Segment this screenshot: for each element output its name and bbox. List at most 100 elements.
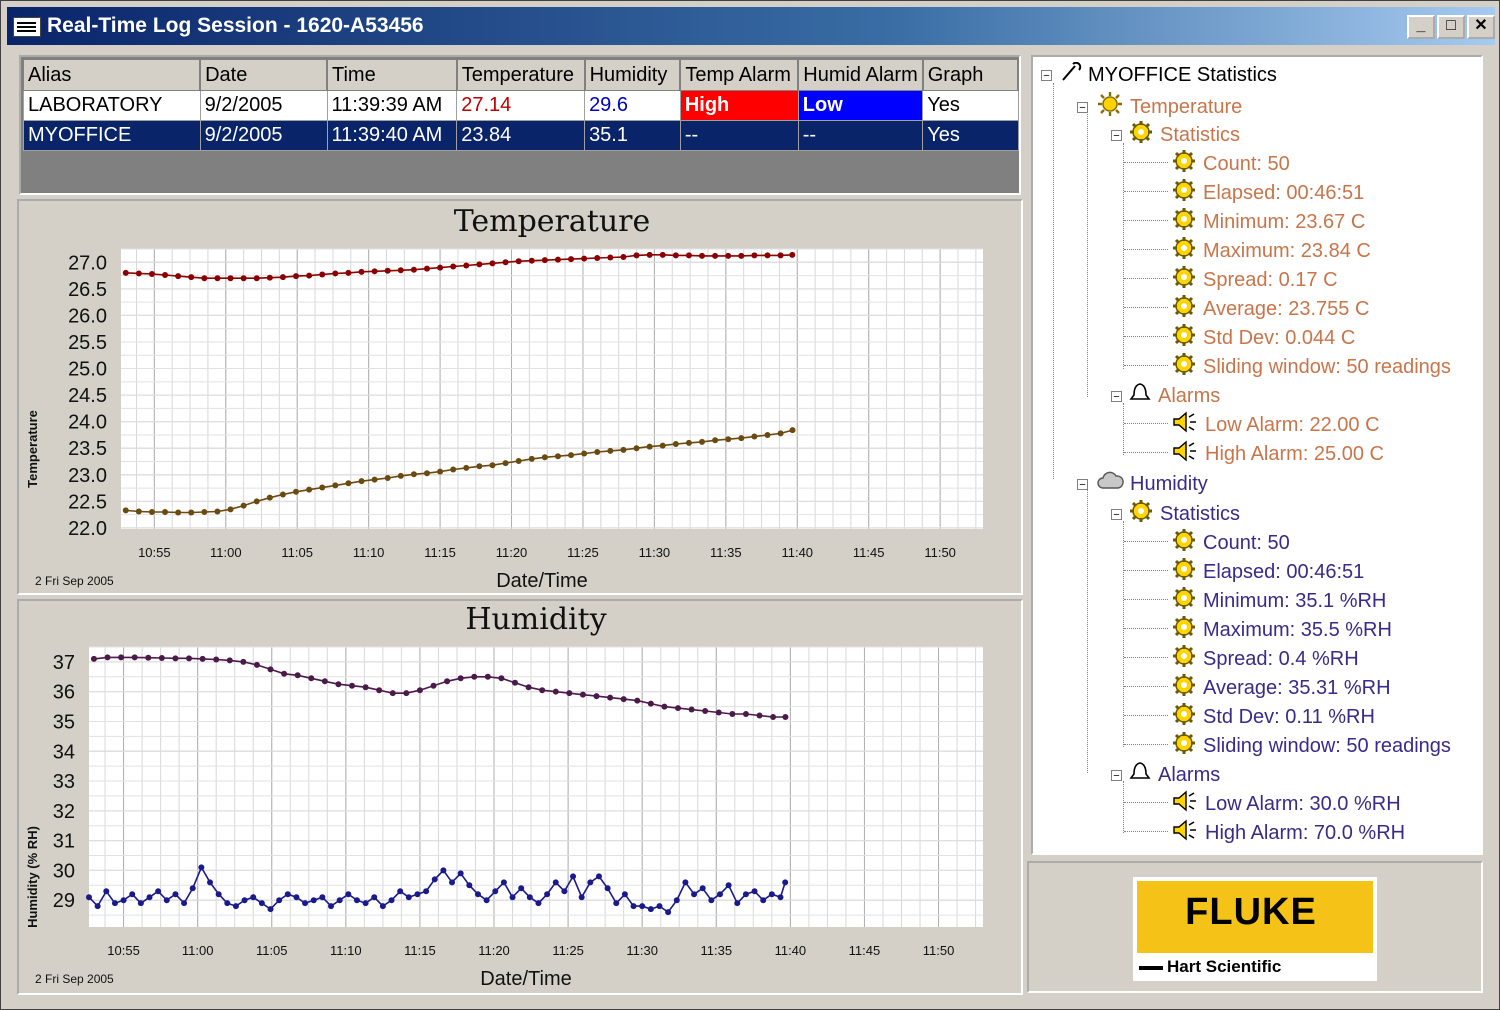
data-point: [756, 712, 763, 719]
gear-icon: [1171, 236, 1197, 267]
column-header-humid-alarm[interactable]: Humid Alarm: [797, 59, 924, 91]
tree-node-alarms[interactable]: − Alarms: [1111, 760, 1220, 786]
tree-leaf-alarm[interactable]: Low Alarm: 22.00 C: [1171, 410, 1380, 436]
tree-leaf-stat[interactable]: Std Dev: 0.11 %RH: [1171, 702, 1375, 728]
column-header-graph[interactable]: Graph: [922, 59, 1020, 91]
date-label: 2 Fri Sep 2005: [35, 574, 114, 588]
cell-date[interactable]: 9/2/2005: [199, 120, 328, 151]
table-row-selected[interactable]: MYOFFICE 9/2/2005 11:39:40 AM 23.84 35.1…: [23, 120, 1019, 151]
collapse-icon[interactable]: −: [1111, 391, 1122, 403]
x-tick-label: 11:00: [182, 943, 214, 958]
tree-leaf-stat[interactable]: Elapsed: 00:46:51: [1171, 557, 1364, 583]
collapse-icon[interactable]: −: [1111, 770, 1122, 782]
x-tick-label: 11:00: [210, 545, 242, 560]
data-point: [214, 275, 221, 282]
data-point: [189, 885, 196, 892]
maximize-button[interactable]: □: [1437, 15, 1465, 39]
cell-alias[interactable]: MYOFFICE: [23, 120, 201, 151]
tree-root[interactable]: − MYOFFICE Statistics: [1041, 61, 1277, 88]
table-row[interactable]: LABORATORY 9/2/2005 11:39:39 AM 27.14 29…: [23, 90, 1019, 121]
data-point: [789, 427, 796, 434]
cell-humid-alarm[interactable]: --: [797, 120, 924, 151]
tree-leaf-alarm[interactable]: High Alarm: 70.0 %RH: [1171, 818, 1405, 844]
cell-humidity[interactable]: 29.6: [584, 90, 681, 121]
temperature-chart: Temperature 27.0 26.5 26.0 25.5 25.0 24.5 24.0 2…: [19, 201, 1021, 593]
gears-icon: [1128, 120, 1154, 151]
data-point: [672, 440, 679, 447]
data-point: [665, 909, 672, 916]
tree-node-humidity[interactable]: − Humidity: [1077, 470, 1208, 496]
data-point: [362, 684, 369, 691]
cell-graph[interactable]: Yes: [922, 120, 1019, 151]
tree-leaf-stat[interactable]: Sliding window: 50 readings: [1171, 731, 1451, 757]
y-axis-label: Temperature: [25, 410, 40, 488]
data-point: [675, 705, 682, 712]
data-point: [579, 691, 586, 698]
cell-temp-alarm[interactable]: --: [679, 120, 799, 151]
data-point: [738, 435, 745, 442]
tree-node-temperature[interactable]: − Temperature: [1077, 91, 1242, 118]
collapse-icon[interactable]: −: [1041, 70, 1052, 82]
column-header-date[interactable]: Date: [199, 59, 328, 91]
data-point: [715, 709, 722, 716]
data-point: [376, 687, 383, 694]
tree-leaf-stat[interactable]: Std Dev: 0.044 C: [1171, 323, 1355, 349]
data-point: [253, 275, 260, 282]
cell-temperature[interactable]: 27.14: [456, 90, 586, 121]
collapse-icon[interactable]: −: [1077, 479, 1088, 491]
cell-time[interactable]: 11:39:39 AM: [326, 90, 458, 121]
tree-leaf-stat[interactable]: Elapsed: 00:46:51: [1171, 178, 1364, 204]
tree-node-statistics[interactable]: − Statistics: [1111, 499, 1240, 525]
y-tick-label: 26.0: [68, 305, 107, 327]
cell-temp-alarm[interactable]: High: [679, 90, 799, 121]
logo-brand: FLUKE: [1185, 891, 1317, 933]
cell-time[interactable]: 11:39:40 AM: [326, 120, 458, 151]
tree-leaf-stat[interactable]: Sliding window: 50 readings: [1171, 352, 1451, 378]
tree-leaf-stat[interactable]: Count: 50: [1171, 149, 1290, 175]
data-point: [518, 885, 525, 892]
collapse-icon[interactable]: −: [1111, 130, 1122, 142]
gear-icon: [1171, 178, 1197, 209]
data-point: [384, 474, 391, 481]
data-point: [595, 873, 602, 880]
data-point: [201, 508, 208, 515]
x-tick-label: 11:15: [404, 943, 436, 958]
data-point: [738, 252, 745, 259]
collapse-icon[interactable]: −: [1111, 509, 1122, 521]
tree-leaf-alarm[interactable]: High Alarm: 25.00 C: [1171, 439, 1384, 465]
collapse-icon[interactable]: −: [1077, 102, 1088, 114]
y-tick-label: 26.5: [68, 279, 107, 301]
cell-temperature[interactable]: 23.84: [456, 120, 586, 151]
column-header-alias[interactable]: Alias: [23, 59, 202, 91]
tree-leaf-stat[interactable]: Maximum: 23.84 C: [1171, 236, 1371, 262]
data-point: [764, 252, 771, 259]
column-header-temp-alarm[interactable]: Temp Alarm: [679, 59, 800, 91]
cell-humid-alarm[interactable]: Low: [797, 90, 924, 121]
data-point: [647, 906, 654, 913]
tree-leaf-stat[interactable]: Spread: 0.17 C: [1171, 265, 1338, 291]
column-header-time[interactable]: Time: [326, 59, 458, 91]
column-header-temperature[interactable]: Temperature: [456, 59, 586, 91]
cell-alias[interactable]: LABORATORY: [23, 90, 201, 121]
tree-leaf-stat[interactable]: Minimum: 35.1 %RH: [1171, 586, 1386, 612]
stat-text: Minimum: 23.67 C: [1203, 210, 1366, 233]
data-point: [186, 655, 193, 662]
data-point: [716, 891, 723, 898]
tree-leaf-stat[interactable]: Average: 23.755 C: [1171, 294, 1369, 320]
minimize-button[interactable]: _: [1407, 15, 1435, 39]
tree-leaf-stat[interactable]: Count: 50: [1171, 528, 1290, 554]
title-bar[interactable]: Real-Time Log Session - 1620-A53456 _ □ …: [7, 7, 1495, 45]
column-header-humidity[interactable]: Humidity: [584, 59, 682, 91]
tree-leaf-stat[interactable]: Average: 35.31 %RH: [1171, 673, 1391, 699]
cell-date[interactable]: 9/2/2005: [199, 90, 328, 121]
tree-leaf-stat[interactable]: Spread: 0.4 %RH: [1171, 644, 1359, 670]
tree-leaf-stat[interactable]: Maximum: 35.5 %RH: [1171, 615, 1392, 641]
tree-node-statistics[interactable]: − Statistics: [1111, 120, 1240, 146]
data-point: [476, 261, 483, 268]
cell-graph[interactable]: Yes: [922, 90, 1019, 121]
tree-leaf-stat[interactable]: Minimum: 23.67 C: [1171, 207, 1365, 233]
close-button[interactable]: ✕: [1467, 15, 1495, 39]
tree-node-alarms[interactable]: − Alarms: [1111, 381, 1220, 407]
cell-humidity[interactable]: 35.1: [584, 120, 681, 151]
tree-leaf-alarm[interactable]: Low Alarm: 30.0 %RH: [1171, 789, 1401, 815]
